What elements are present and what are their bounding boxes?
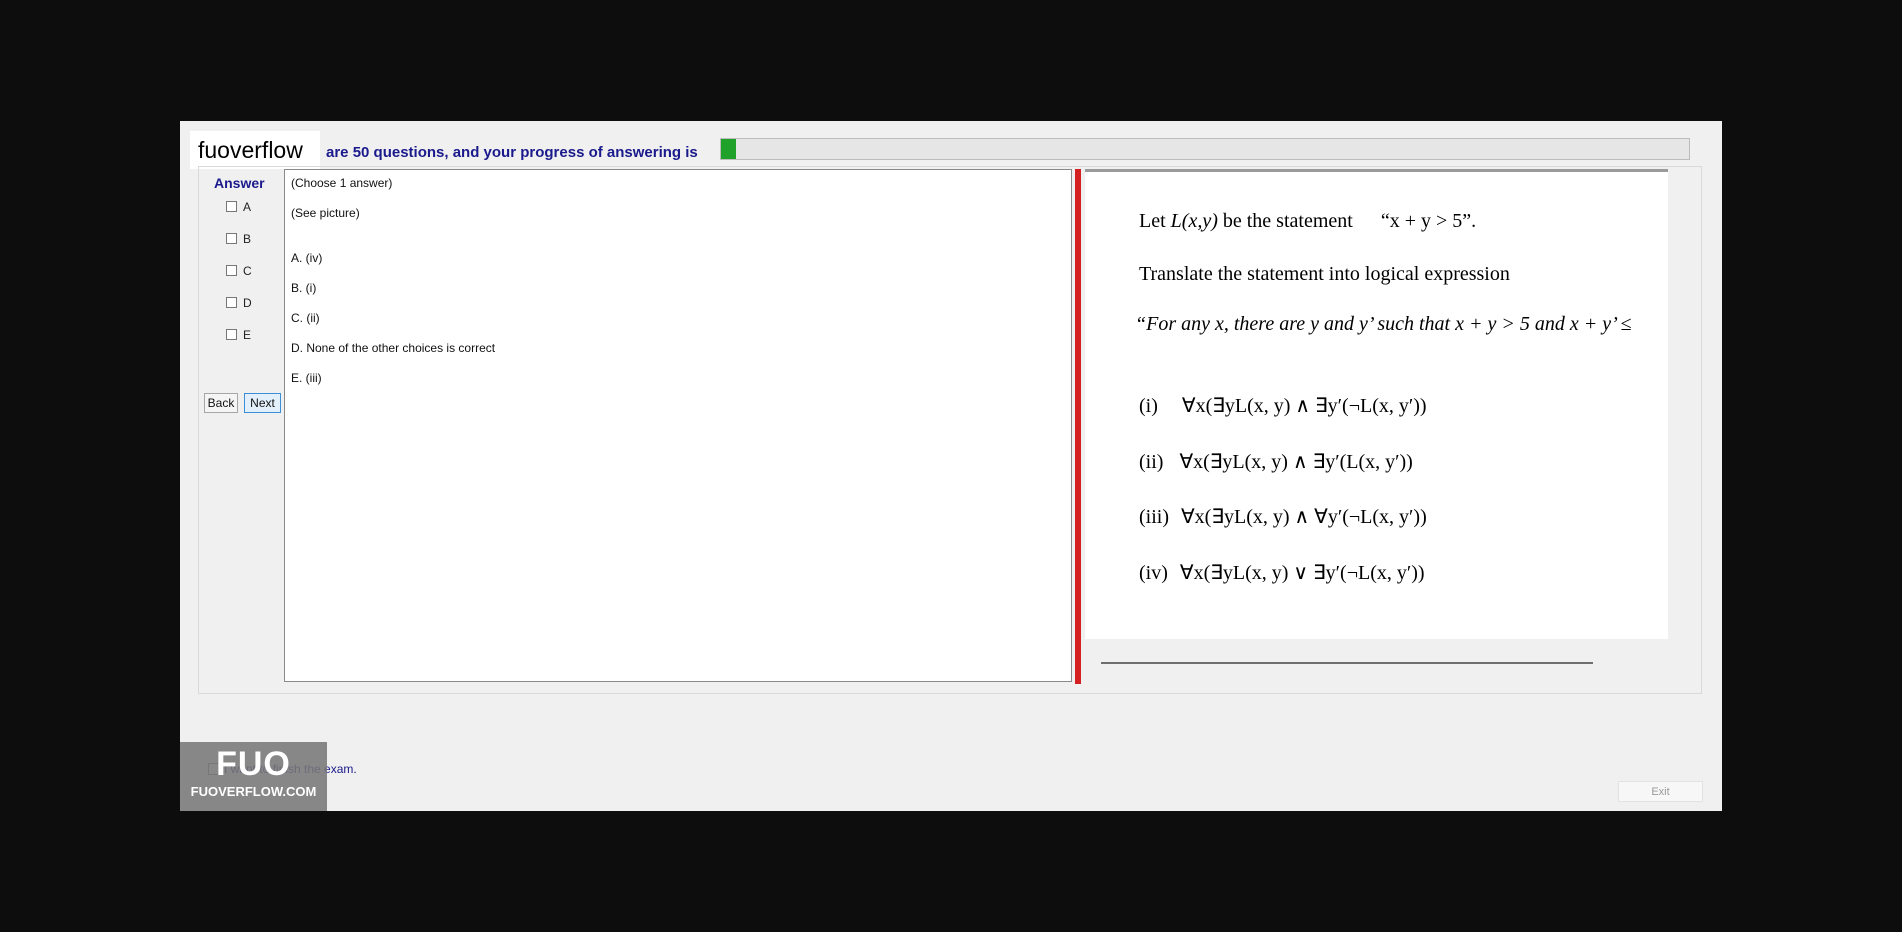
option-d[interactable]: D bbox=[226, 294, 252, 310]
progress-text: are 50 questions, and your progress of a… bbox=[326, 144, 698, 161]
fuo-logo: FUO FUOVERFLOW.COM bbox=[180, 742, 327, 811]
option-c-checkbox[interactable] bbox=[226, 265, 237, 277]
option-a[interactable]: A bbox=[226, 198, 251, 214]
choice-b: B. (i) bbox=[291, 281, 317, 295]
picture-item-iv: (iv) ∀x(∃yL(x, y) ∨ ∃y′(¬L(x, y′)) bbox=[1139, 562, 1425, 584]
panel-splitter[interactable] bbox=[1075, 169, 1081, 684]
answer-title: Answer bbox=[214, 175, 265, 191]
fuo-logo-mark: FUO bbox=[216, 745, 291, 783]
choice-a: A. (iv) bbox=[291, 251, 323, 265]
exit-button[interactable]: Exit bbox=[1618, 781, 1703, 802]
option-b-checkbox[interactable] bbox=[226, 233, 237, 245]
next-button[interactable]: Next bbox=[244, 393, 281, 413]
progress-bar bbox=[720, 138, 1690, 160]
question-picture: Let L(x,y) be the statement “x + y > 5”. … bbox=[1085, 169, 1668, 639]
picture-horizontal-scrollbar[interactable] bbox=[1101, 662, 1593, 664]
option-c[interactable]: C bbox=[226, 262, 252, 278]
option-e[interactable]: E bbox=[226, 326, 251, 342]
choice-e: E. (iii) bbox=[291, 371, 322, 385]
exam-window: fuoverflow are 50 questions, and your pr… bbox=[180, 121, 1722, 811]
picture-line-2: Translate the statement into logical exp… bbox=[1139, 263, 1510, 285]
picture-item-ii: (ii) ∀x(∃yL(x, y) ∧ ∃y′(L(x, y′)) bbox=[1139, 451, 1413, 473]
choice-d: D. None of the other choices is correct bbox=[291, 341, 496, 355]
fuo-logo-text: FUOVERFLOW.COM bbox=[190, 784, 317, 799]
option-e-checkbox[interactable] bbox=[226, 329, 237, 341]
option-b-label: B bbox=[243, 231, 252, 246]
progress-fill bbox=[721, 139, 736, 159]
question-instruction: (Choose 1 answer) bbox=[291, 176, 393, 190]
choice-c: C. (ii) bbox=[291, 311, 320, 325]
option-c-label: C bbox=[243, 263, 252, 278]
option-e-label: E bbox=[243, 327, 252, 342]
picture-line-3: “For any x, there are y and y’ such that… bbox=[1135, 313, 1632, 335]
picture-item-i: (i) ∀x(∃yL(x, y) ∧ ∃y′(¬L(x, y′)) bbox=[1139, 395, 1427, 417]
option-d-checkbox[interactable] bbox=[226, 297, 237, 309]
picture-line-1: Let L(x,y) be the statement “x + y > 5”. bbox=[1139, 210, 1477, 232]
back-button[interactable]: Back bbox=[204, 393, 238, 413]
option-d-label: D bbox=[243, 295, 252, 310]
picture-item-iii: (iii) ∀x(∃yL(x, y) ∧ ∀y′(¬L(x, y′)) bbox=[1139, 506, 1427, 528]
question-panel: (Choose 1 answer) (See picture) A. (iv) … bbox=[284, 169, 1072, 682]
question-prompt: (See picture) bbox=[291, 206, 360, 220]
option-b[interactable]: B bbox=[226, 230, 251, 246]
brand-label: fuoverflow bbox=[190, 131, 320, 169]
option-a-label: A bbox=[243, 199, 252, 214]
picture-panel: Let L(x,y) be the statement “x + y > 5”. … bbox=[1085, 169, 1690, 684]
option-a-checkbox[interactable] bbox=[226, 201, 237, 213]
